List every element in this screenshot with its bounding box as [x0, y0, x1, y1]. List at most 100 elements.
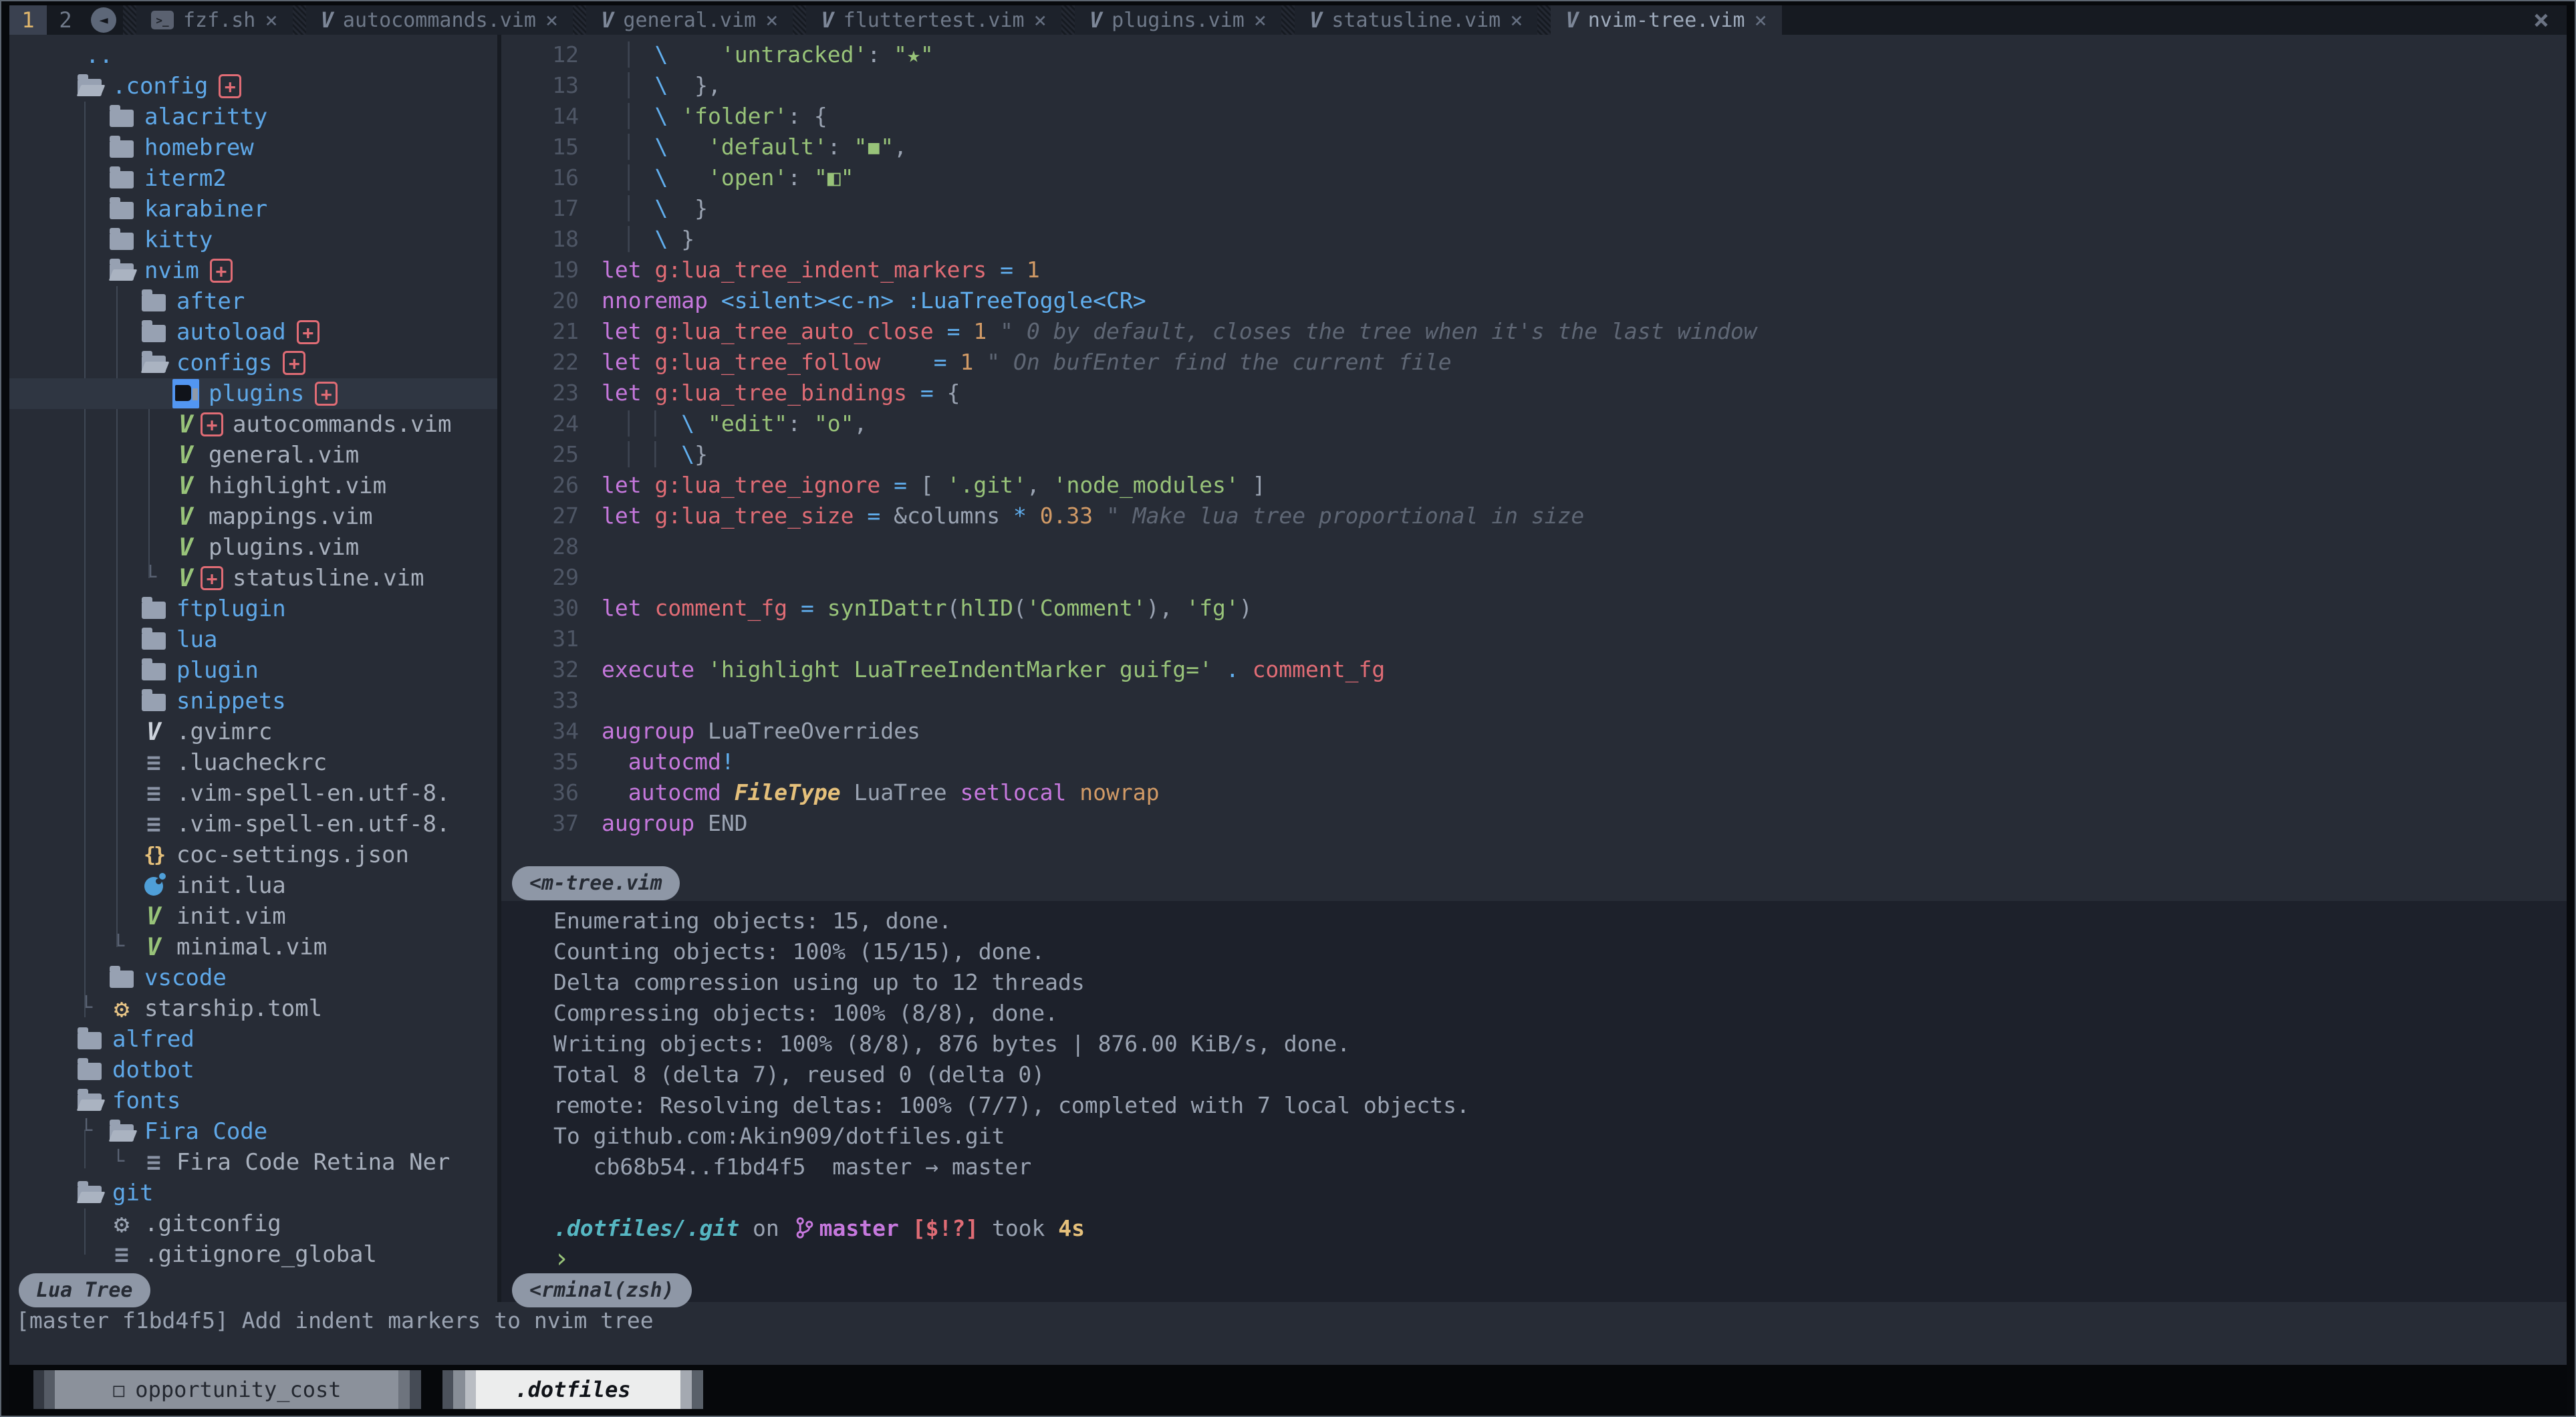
code-line[interactable]: 23let g:lua_tree_bindings = {: [501, 377, 2567, 408]
tree-row[interactable]: autoload+: [9, 317, 497, 348]
tab-nvim-tree.vim[interactable]: Vnvim-tree.vim×: [1551, 5, 1781, 35]
tree-row[interactable]: Vplugins.vim: [9, 532, 497, 563]
tree-row[interactable]: karabiner: [9, 194, 497, 225]
code-line[interactable]: 34augroup LuaTreeOverrides: [501, 715, 2567, 746]
tab-close-icon[interactable]: ×: [1254, 7, 1267, 33]
tab-fluttertest.vim[interactable]: Vfluttertest.vim×: [806, 5, 1061, 35]
tree-row[interactable]: .config+: [9, 71, 497, 102]
tree-row[interactable]: vscode: [9, 962, 497, 993]
tree-row[interactable]: after: [9, 286, 497, 317]
tree-row[interactable]: Vhighlight.vim: [9, 471, 497, 501]
tree-row[interactable]: kitty: [9, 225, 497, 255]
tree-label: alacritty: [144, 104, 267, 130]
tab-close-icon[interactable]: ×: [1034, 7, 1047, 33]
tab-plugins.vim[interactable]: Vplugins.vim×: [1075, 5, 1281, 35]
git-new-badge: +: [201, 566, 223, 590]
tab-close-icon[interactable]: ×: [265, 7, 277, 33]
code-line[interactable]: 25 ▏ ▏ \}: [501, 438, 2567, 469]
code-line[interactable]: 28: [501, 531, 2567, 561]
git-branch-icon: [795, 1216, 814, 1239]
tree-row[interactable]: Vgeneral.vim: [9, 440, 497, 471]
code-text: ▏ \ 'folder': {: [602, 103, 827, 129]
tab-close-icon[interactable]: ×: [1510, 7, 1523, 33]
tab-general.vim[interactable]: Vgeneral.vim×: [586, 5, 793, 35]
code-line[interactable]: 27let g:lua_tree_size = &columns * 0.33 …: [501, 500, 2567, 531]
tree-row[interactable]: ≡.vim-spell-en.utf-8.: [9, 809, 497, 840]
code-line[interactable]: 16 ▏ \ 'open': "◧": [501, 162, 2567, 192]
tree-row[interactable]: ⚙.gitconfig: [9, 1208, 497, 1239]
tree-row[interactable]: alfred: [9, 1024, 497, 1055]
code-line[interactable]: 37augroup END: [501, 807, 2567, 838]
tabpage-1[interactable]: 1: [9, 5, 47, 35]
folder-open-icon: [108, 1122, 135, 1142]
tree-row[interactable]: fonts: [9, 1085, 497, 1116]
tree-row[interactable]: └V+statusline.vim: [9, 563, 497, 594]
code-line[interactable]: 30let comment_fg = synIDattr(hlID('Comme…: [501, 592, 2567, 623]
code-line[interactable]: 15 ▏ \ 'default': "◼",: [501, 131, 2567, 162]
tree-row[interactable]: iterm2: [9, 163, 497, 194]
code-line[interactable]: 20nnoremap <silent><c-n> :LuaTreeToggle<…: [501, 285, 2567, 315]
tab-close-icon[interactable]: ×: [765, 7, 778, 33]
code-line[interactable]: 35 autocmd!: [501, 746, 2567, 777]
tree-row[interactable]: alacritty: [9, 102, 497, 132]
lines-icon: ≡: [108, 1241, 135, 1269]
code-line[interactable]: 22let g:lua_tree_follow = 1 " On bufEnte…: [501, 346, 2567, 377]
tmux-window-.dotfiles[interactable]: .dotfiles: [442, 1370, 703, 1409]
line-number: 23: [501, 380, 602, 406]
tree-row[interactable]: ≡.luacheckrc: [9, 747, 497, 778]
tree-label: minimal.vim: [176, 934, 327, 960]
back-circle-icon[interactable]: ◄: [91, 7, 116, 33]
code-line[interactable]: 14 ▏ \ 'folder': {: [501, 100, 2567, 131]
code-line[interactable]: 12 ▏ \ 'untracked': "★": [501, 39, 2567, 70]
code-line[interactable]: 36 autocmd FileType LuaTree setlocal now…: [501, 777, 2567, 807]
tree-row[interactable]: └Fira Code: [9, 1116, 497, 1147]
code-line[interactable]: 29: [501, 561, 2567, 592]
tree-row[interactable]: init.lua: [9, 870, 497, 901]
tree-row[interactable]: dotbot: [9, 1055, 497, 1085]
code-line[interactable]: 32execute 'highlight LuaTreeIndentMarker…: [501, 654, 2567, 684]
tree-label: git: [112, 1180, 153, 1206]
code-line[interactable]: 19let g:lua_tree_indent_markers = 1: [501, 254, 2567, 285]
code-line[interactable]: 33: [501, 684, 2567, 715]
tree-row[interactable]: homebrew: [9, 132, 497, 163]
code-line[interactable]: 18 ▏ \ }: [501, 223, 2567, 254]
code-line[interactable]: 21let g:lua_tree_auto_close = 1 " 0 by d…: [501, 315, 2567, 346]
tmux-window-opportunity_cost[interactable]: □opportunity_cost: [33, 1370, 421, 1409]
tree-row[interactable]: nvim+: [9, 255, 497, 286]
tree-row[interactable]: configs+: [9, 348, 497, 378]
tree-row[interactable]: {}coc-settings.json: [9, 840, 497, 870]
vim-icon: V: [821, 7, 833, 33]
tree-row[interactable]: ..: [9, 40, 497, 71]
code-line[interactable]: 26let g:lua_tree_ignore = [ '.git', 'nod…: [501, 469, 2567, 500]
close-all-icon[interactable]: ×: [2516, 5, 2567, 35]
code-line[interactable]: 24 ▏ ▏ \ "edit": "o",: [501, 408, 2567, 438]
tabpage-2[interactable]: 2: [47, 5, 84, 35]
tree-row[interactable]: ≡.gitignore_global: [9, 1239, 497, 1270]
code-line[interactable]: 17 ▏ \ }: [501, 192, 2567, 223]
tab-autocommands.vim[interactable]: Vautocommands.vim×: [306, 5, 573, 35]
tree-row[interactable]: V.gvimrc: [9, 717, 497, 747]
tree-row[interactable]: plugin: [9, 655, 497, 686]
tree-row[interactable]: git: [9, 1178, 497, 1208]
tree-row[interactable]: lua: [9, 624, 497, 655]
tree-row[interactable]: └⚙starship.toml: [9, 993, 497, 1024]
tree-row[interactable]: plugins+: [9, 378, 497, 409]
tree-row[interactable]: ≡.vim-spell-en.utf-8.: [9, 778, 497, 809]
line-number: 27: [501, 503, 602, 529]
tab-close-icon[interactable]: ×: [1755, 7, 1767, 33]
tab-close-icon[interactable]: ×: [545, 7, 558, 33]
tree-row[interactable]: Vinit.vim: [9, 901, 497, 932]
braces-icon: {}: [140, 844, 167, 867]
code-line[interactable]: 31: [501, 623, 2567, 654]
tab-separator: [793, 5, 806, 35]
tree-row[interactable]: ftplugin: [9, 594, 497, 624]
tree-row[interactable]: Vmappings.vim: [9, 501, 497, 532]
code-line[interactable]: 13 ▏ \ },: [501, 70, 2567, 100]
tab-fzf.sh[interactable]: >_fzf.sh×: [136, 5, 293, 35]
tree-row[interactable]: └≡Fira Code Retina Ner: [9, 1147, 497, 1178]
gear-g-icon: ⚙: [108, 1209, 135, 1239]
tree-row[interactable]: snippets: [9, 686, 497, 717]
tab-statusline.vim[interactable]: Vstatusline.vim×: [1295, 5, 1537, 35]
tree-row[interactable]: V+autocommands.vim: [9, 409, 497, 440]
tree-row[interactable]: └Vminimal.vim: [9, 932, 497, 962]
